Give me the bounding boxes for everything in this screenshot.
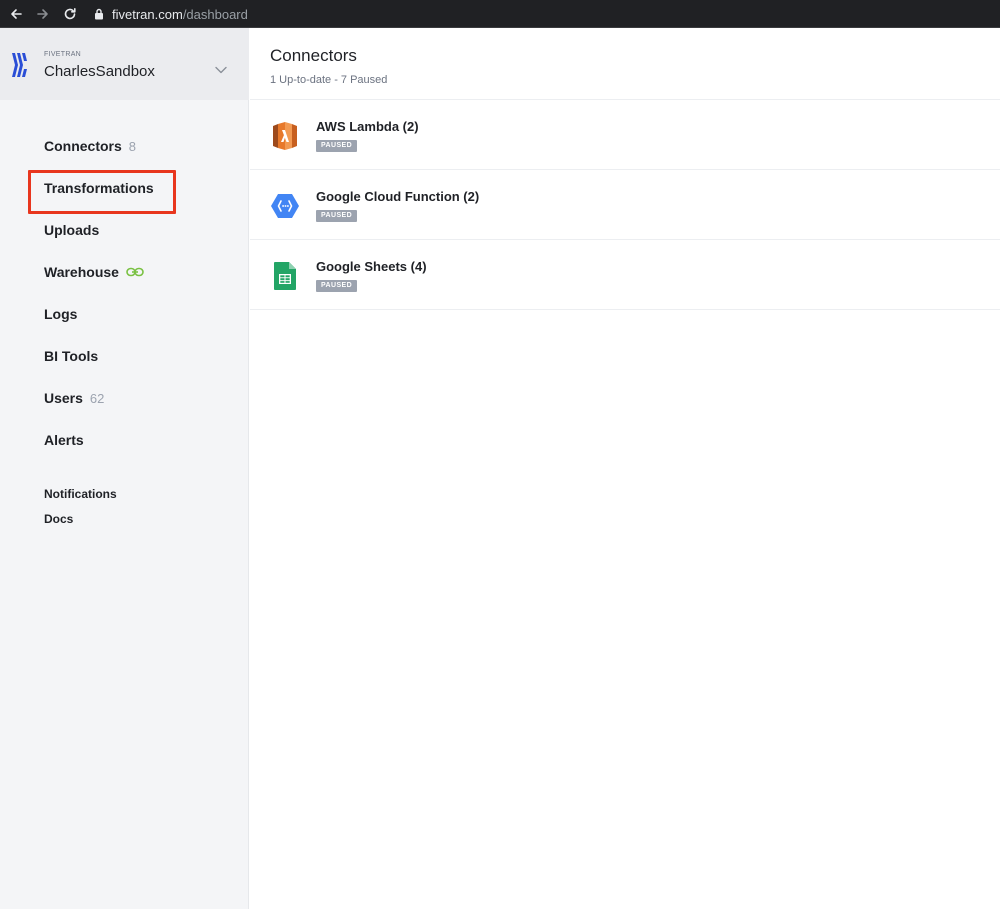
sidebar-link-notifications[interactable]: Notifications	[44, 487, 117, 501]
sidebar-item-label: Warehouse	[44, 264, 119, 280]
sidebar-item-label: Users	[44, 390, 83, 406]
sidebar-item-logs[interactable]: Logs	[44, 304, 77, 324]
status-badge: PAUSED	[316, 210, 358, 222]
connector-row-google-sheets[interactable]: Google Sheets (4) PAUSED	[250, 240, 1000, 310]
sidebar-link-docs[interactable]: Docs	[44, 512, 73, 526]
connectors-count: 8	[128, 138, 137, 154]
link-icon	[126, 267, 144, 277]
connector-row-google-cloud-function[interactable]: Google Cloud Function (2) PAUSED	[250, 170, 1000, 240]
sidebar-item-label: Connectors	[44, 138, 122, 154]
page-title: Connectors	[270, 46, 357, 65]
connector-name: Google Sheets (4)	[316, 259, 427, 274]
lock-icon	[94, 8, 104, 20]
reload-icon[interactable]	[60, 4, 80, 24]
sidebar-item-connectors[interactable]: Connectors 8	[44, 136, 136, 156]
sidebar-item-warehouse[interactable]: Warehouse	[44, 262, 144, 282]
url-path: /dashboard	[182, 6, 248, 22]
url-host: fivetran.com	[112, 6, 183, 22]
aws-lambda-icon	[270, 120, 300, 152]
sidebar-item-label: Alerts	[44, 432, 84, 448]
back-arrow-icon[interactable]	[6, 4, 26, 24]
page-subtitle: 1 Up-to-date - 7 Paused	[270, 74, 388, 86]
status-badge: PAUSED	[316, 280, 358, 292]
org-label: FIVETRAN	[44, 51, 82, 58]
connector-row-aws-lambda[interactable]: AWS Lambda (2) PAUSED	[250, 100, 1000, 170]
address-bar[interactable]: fivetran.com/dashboard	[94, 4, 248, 24]
account-name: CharlesSandbox	[44, 63, 155, 80]
status-badge: PAUSED	[316, 140, 358, 152]
sidebar-item-uploads[interactable]: Uploads	[44, 220, 99, 240]
sidebar-item-users[interactable]: Users 62	[44, 388, 104, 408]
main-content: Connectors 1 Up-to-date - 7 Paused AWS L…	[250, 28, 1000, 909]
page-header: Connectors 1 Up-to-date - 7 Paused	[250, 28, 1000, 100]
connector-name: Google Cloud Function (2)	[316, 189, 480, 204]
google-sheets-icon	[270, 260, 300, 292]
browser-toolbar: fivetran.com/dashboard	[0, 0, 1000, 28]
sidebar-item-label: Logs	[44, 306, 78, 322]
sidebar-item-label: Uploads	[44, 222, 100, 238]
forward-arrow-icon[interactable]	[33, 4, 53, 24]
sidebar: FIVETRAN CharlesSandbox Connectors 8 Tra…	[0, 28, 249, 909]
account-switcher[interactable]: FIVETRAN CharlesSandbox	[0, 28, 249, 100]
chevron-down-icon[interactable]	[215, 61, 227, 79]
sidebar-item-alerts[interactable]: Alerts	[44, 430, 84, 450]
fivetran-logo-icon	[9, 52, 29, 83]
google-cloud-function-icon	[270, 190, 300, 222]
connector-name: AWS Lambda (2)	[316, 119, 419, 134]
sidebar-item-label: BI Tools	[44, 348, 99, 364]
users-count: 62	[89, 390, 105, 406]
sidebar-item-bi-tools[interactable]: BI Tools	[44, 346, 98, 366]
highlight-annotation	[28, 170, 176, 214]
